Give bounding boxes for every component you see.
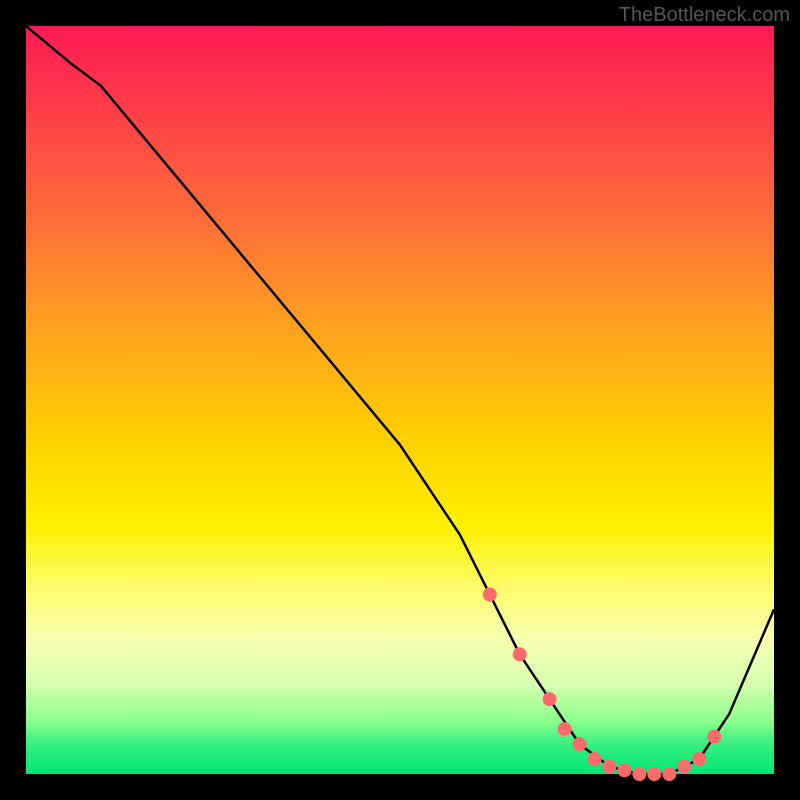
bottleneck-curve (26, 26, 774, 774)
marker-point (677, 760, 691, 774)
marker-point (483, 588, 497, 602)
curve-svg (26, 26, 774, 774)
marker-point (513, 647, 527, 661)
marker-point (602, 760, 616, 774)
marker-point (662, 767, 676, 781)
marker-point (617, 763, 631, 777)
marker-point (573, 737, 587, 751)
highlight-markers (483, 588, 721, 782)
marker-point (588, 752, 602, 766)
plot-area (26, 26, 774, 774)
marker-point (632, 767, 646, 781)
marker-point (558, 722, 572, 736)
chart-container: TheBottleneck.com (0, 0, 800, 800)
watermark-text: TheBottleneck.com (619, 4, 790, 27)
marker-point (707, 730, 721, 744)
marker-point (543, 692, 557, 706)
marker-point (692, 752, 706, 766)
marker-point (647, 767, 661, 781)
